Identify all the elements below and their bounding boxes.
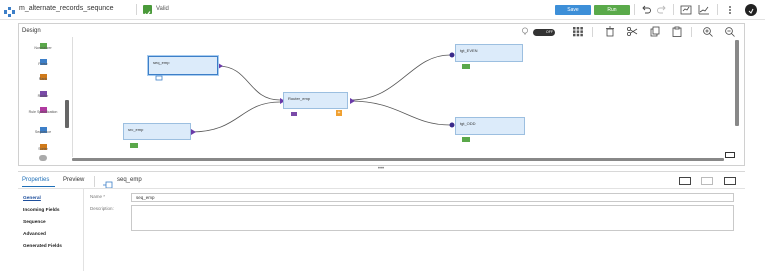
save-button[interactable]: Save	[555, 5, 591, 15]
cut-icon[interactable]	[626, 26, 638, 37]
add-group-icon[interactable]: +	[336, 110, 342, 116]
sorter-icon	[39, 138, 48, 150]
node-label: tgt_EVEN	[460, 48, 478, 53]
palette-item-label: Normalizer	[34, 46, 52, 50]
palette-item-label: Sorter	[38, 147, 48, 151]
lightbulb-icon[interactable]	[519, 26, 531, 37]
trend-icon[interactable]	[698, 4, 710, 16]
tab-preview[interactable]: Preview	[63, 177, 84, 183]
palette-item-label: Sequence	[34, 130, 52, 134]
zoom-out-icon[interactable]	[724, 26, 736, 37]
nav-incoming-fields[interactable]: Incoming Fields	[23, 208, 60, 213]
palette-item-label: Parse	[38, 62, 48, 66]
redo-icon[interactable]	[656, 4, 668, 16]
router-icon	[290, 104, 298, 116]
palette-scrollbar[interactable]	[65, 100, 69, 128]
description-field[interactable]	[131, 205, 734, 231]
source-icon	[130, 135, 138, 148]
palette-item[interactable]: Sequence	[22, 121, 64, 134]
active-tab-indicator	[22, 186, 55, 187]
name-label: Name *	[90, 194, 106, 199]
design-title: Design	[22, 28, 41, 34]
nav-generated-fields[interactable]: Generated Fields	[23, 244, 62, 249]
node-tgt-odd[interactable]: tgt_ODD	[455, 117, 525, 142]
node-label: tgt_ODD	[460, 121, 476, 126]
palette-item[interactable]: Rule Specification	[22, 101, 64, 114]
sequence-icon	[39, 121, 48, 133]
palette-item[interactable]: Parse	[22, 53, 64, 66]
node-seq-emp[interactable]: seq_emp	[148, 56, 218, 81]
tab-properties[interactable]: Properties	[22, 177, 49, 183]
divider	[94, 176, 95, 187]
target-icon	[462, 129, 470, 142]
selected-object-name: seq_emp	[117, 177, 142, 183]
router-icon	[39, 85, 48, 97]
validation-status: Valid	[156, 6, 169, 12]
run-button[interactable]: Run	[594, 5, 630, 15]
node-src-emp[interactable]: src_emp	[123, 123, 191, 148]
minimap-icon[interactable]	[725, 152, 735, 158]
divider	[634, 4, 635, 15]
palette-item-label: Rank	[38, 77, 48, 81]
user-avatar[interactable]	[745, 4, 757, 16]
layout-split-icon[interactable]	[701, 177, 713, 185]
undo-icon[interactable]	[640, 4, 652, 16]
nav-general[interactable]: General	[23, 196, 41, 201]
rule-specification-icon	[39, 101, 48, 113]
parse-icon	[39, 53, 48, 65]
mapping-title: m_alternate_records_sequnce	[19, 5, 114, 12]
sequence-icon	[103, 176, 113, 189]
canvas-vertical-scrollbar[interactable]	[735, 40, 739, 126]
layout-bottom-icon[interactable]	[679, 177, 691, 185]
copy-icon[interactable]	[649, 26, 661, 37]
sequence-icon	[155, 68, 163, 81]
normalizer-icon	[39, 37, 48, 49]
nav-advanced[interactable]: Advanced	[23, 232, 46, 237]
divider	[673, 4, 674, 15]
paste-icon[interactable]	[671, 26, 683, 37]
node-label: Router_emp	[288, 96, 311, 101]
layout-full-icon[interactable]	[724, 177, 736, 185]
description-label: Description:	[90, 206, 114, 211]
mapping-icon	[4, 4, 15, 17]
node-label: src_emp	[128, 127, 144, 132]
palette-item[interactable]: Sorter	[22, 138, 64, 151]
target-icon	[462, 56, 470, 69]
palette-item-label: Rule Specification	[28, 110, 58, 114]
divider	[18, 188, 745, 189]
nav-sequence[interactable]: Sequence	[23, 220, 46, 225]
valid-check-icon	[143, 5, 152, 17]
palette-item[interactable]: Rank	[22, 68, 64, 81]
more-vertical-icon[interactable]	[724, 4, 736, 16]
node-router-emp[interactable]: Router_emp	[283, 92, 348, 116]
palette-item[interactable]: Router	[22, 85, 64, 98]
divider	[136, 4, 137, 15]
validate-icon[interactable]	[680, 4, 692, 16]
divider	[717, 4, 718, 15]
grid-toggle[interactable]: OFF	[533, 29, 555, 36]
node-label: seq_emp	[153, 60, 170, 65]
palette-item[interactable]: Normalizer	[22, 37, 64, 50]
name-field[interactable]: seq_emp	[131, 193, 734, 202]
transformation-palette: Normalizer Parse Rank Router Rule Specificat…	[22, 37, 64, 161]
delete-icon[interactable]	[604, 26, 616, 37]
palette-item-label: Router	[37, 94, 49, 98]
zoom-in-icon[interactable]	[702, 26, 714, 37]
grid-layout-icon[interactable]	[572, 26, 584, 37]
properties-nav	[18, 189, 84, 271]
palette-more-icon[interactable]	[39, 155, 47, 161]
canvas-horizontal-scrollbar[interactable]	[72, 158, 724, 161]
rank-icon	[39, 68, 48, 80]
node-tgt-even[interactable]: tgt_EVEN	[455, 44, 523, 69]
